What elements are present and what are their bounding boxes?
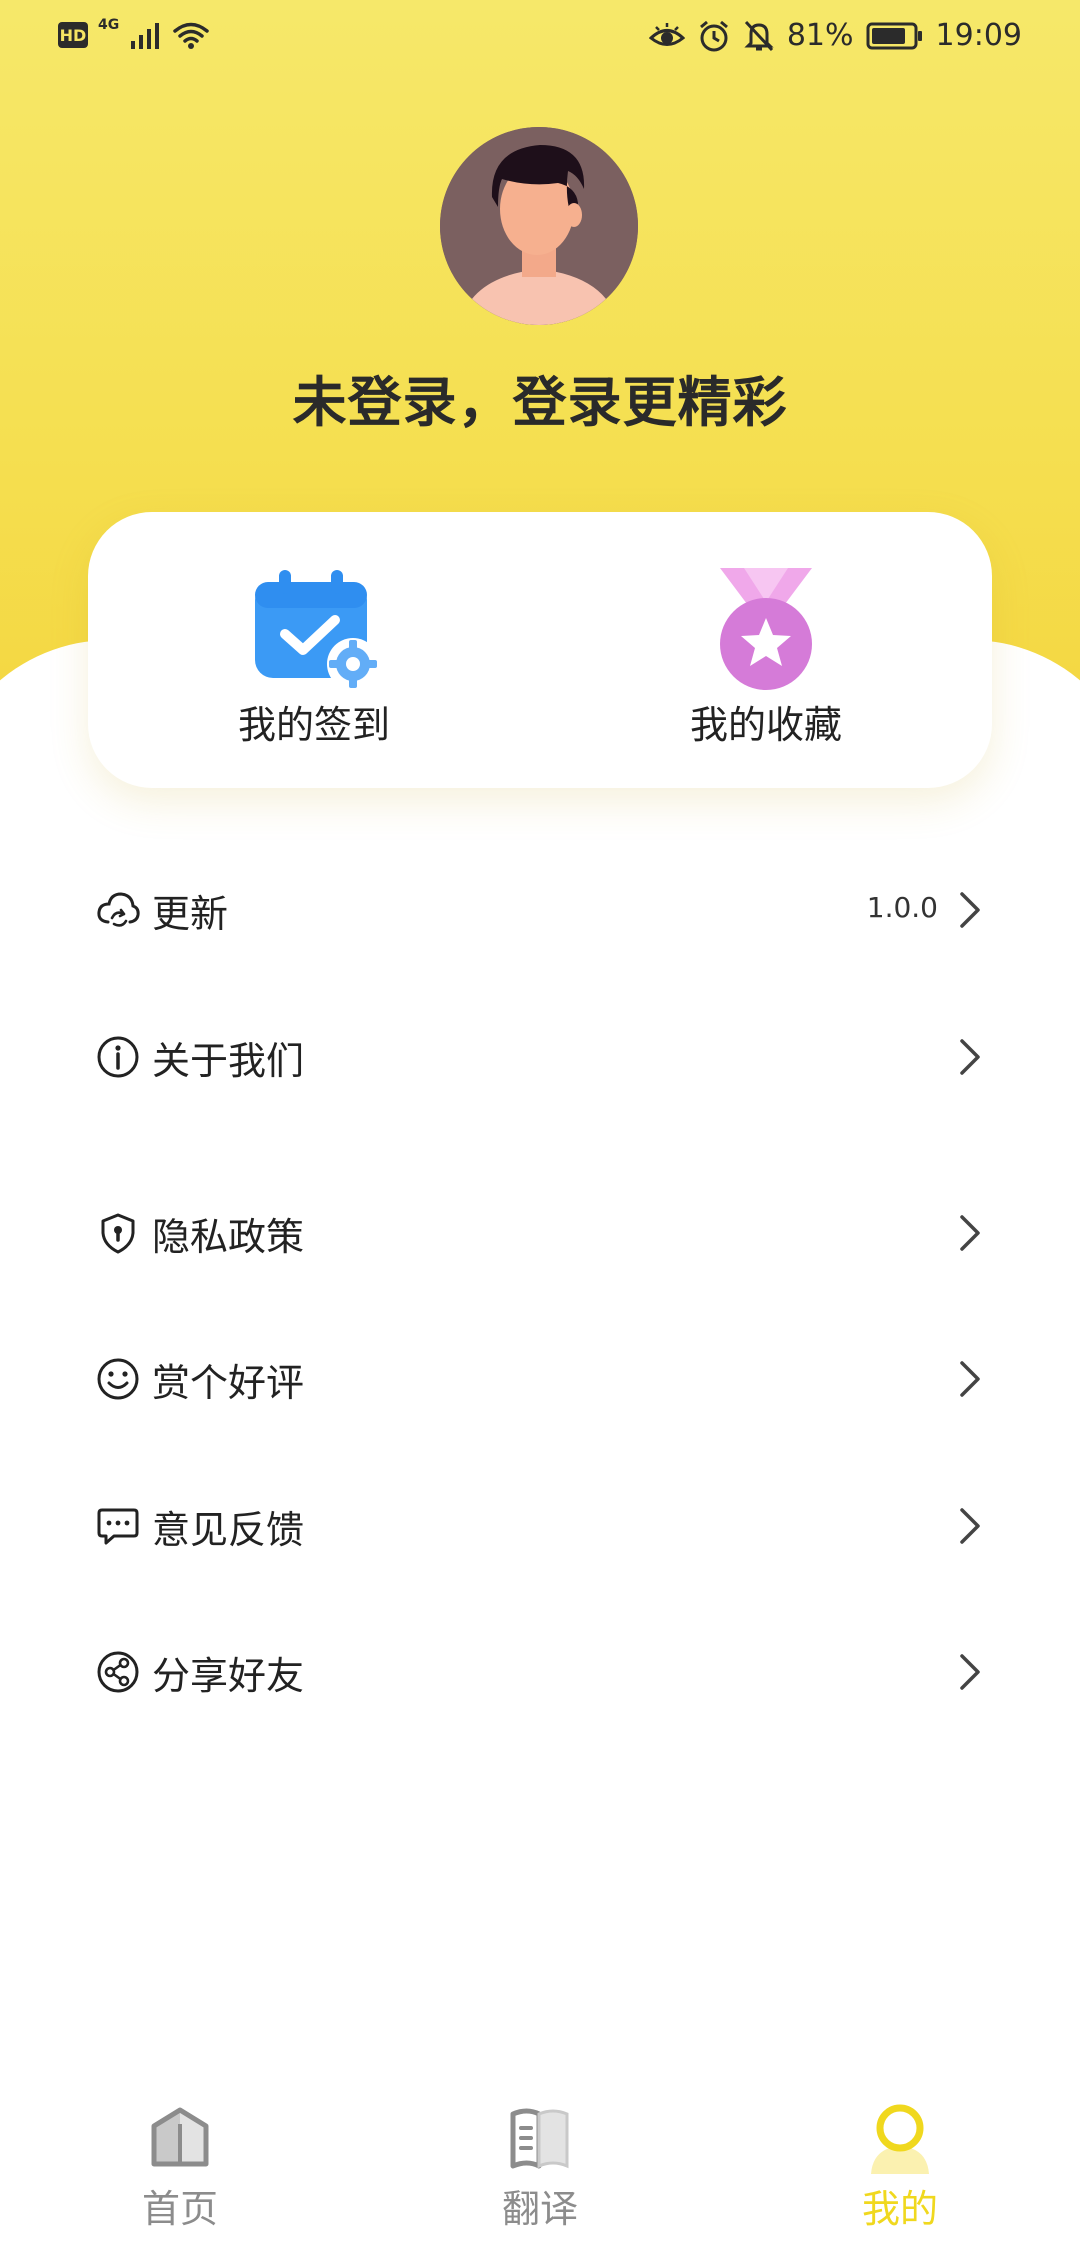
wifi-icon [173, 22, 209, 49]
menu-item-privacy[interactable]: 隐私政策 [96, 1178, 984, 1288]
clock: 19:09 [935, 18, 1022, 53]
profile-icon [871, 2104, 929, 2174]
quick-action-checkin[interactable]: 我的签到 [88, 512, 540, 788]
avatar[interactable] [440, 127, 638, 325]
menu-item-feedback-label: 意见反馈 [152, 1508, 305, 1552]
eye-icon [648, 22, 685, 46]
nav-tab-translate-label: 翻译 [501, 2187, 578, 2231]
menu-item-about[interactable]: 关于我们 [96, 1002, 984, 1112]
hd-badge: HD [58, 22, 88, 48]
status-right: 81% 19:09 [648, 18, 1022, 53]
mute-icon [744, 20, 774, 51]
alarm-icon [699, 20, 728, 51]
bottom-navigation: 首页 翻译 我的 [0, 2080, 1080, 2244]
chevron-right-icon [960, 1039, 980, 1075]
chevron-right-icon [960, 1215, 980, 1251]
nav-tab-profile[interactable]: 我的 [720, 2080, 1080, 2244]
nav-tab-profile-label: 我的 [861, 2187, 938, 2231]
calendar-check-icon [249, 568, 379, 692]
menu-item-share[interactable]: 分享好友 [96, 1617, 984, 1727]
menu-item-privacy-label: 隐私政策 [152, 1215, 305, 1259]
status-bar: HD 4G 81% 19:09 [0, 0, 1080, 80]
cloud-refresh-icon [97, 892, 140, 927]
menu-item-update-label: 更新 [152, 892, 229, 936]
screen: HD 4G 81% 19:09 未登录，登录更精彩 我的签到 我的收藏 更新 1… [0, 0, 1080, 2244]
share-icon [97, 1651, 139, 1693]
avatar-icon [440, 127, 638, 325]
battery-icon [866, 22, 922, 49]
chevron-right-icon [960, 1508, 980, 1544]
battery-percent: 81% [786, 18, 854, 53]
quick-action-favorites-label: 我的收藏 [689, 703, 842, 747]
shield-icon [101, 1213, 135, 1254]
menu-item-update[interactable]: 更新 1.0.0 [96, 855, 984, 965]
chevron-right-icon [960, 1361, 980, 1397]
status-left: HD 4G [58, 17, 211, 50]
menu-item-rate[interactable]: 赏个好评 [96, 1324, 984, 1434]
login-prompt-title[interactable]: 未登录，登录更精彩 [0, 358, 1080, 437]
book-icon [510, 2108, 569, 2169]
quick-action-favorites[interactable]: 我的收藏 [540, 512, 992, 788]
info-icon [97, 1036, 139, 1078]
menu-item-rate-label: 赏个好评 [152, 1361, 305, 1405]
app-version: 1.0.0 [866, 891, 938, 924]
message-icon [97, 1508, 139, 1545]
nav-tab-translate[interactable]: 翻译 [360, 2080, 720, 2244]
medal-star-icon [716, 568, 816, 696]
smile-icon [97, 1358, 139, 1400]
nav-tab-home-label: 首页 [141, 2187, 218, 2231]
chevron-right-icon [960, 1654, 980, 1690]
chevron-right-icon [960, 892, 980, 928]
signal-icon [131, 23, 160, 49]
menu-item-about-label: 关于我们 [152, 1039, 305, 1083]
home-icon [151, 2107, 209, 2167]
menu-item-share-label: 分享好友 [152, 1654, 305, 1698]
nav-tab-home[interactable]: 首页 [0, 2080, 360, 2244]
quick-actions-card: 我的签到 我的收藏 [88, 512, 992, 788]
quick-action-checkin-label: 我的签到 [237, 703, 390, 747]
menu-item-feedback[interactable]: 意见反馈 [96, 1471, 984, 1581]
network-type-label: 4G [98, 17, 120, 33]
